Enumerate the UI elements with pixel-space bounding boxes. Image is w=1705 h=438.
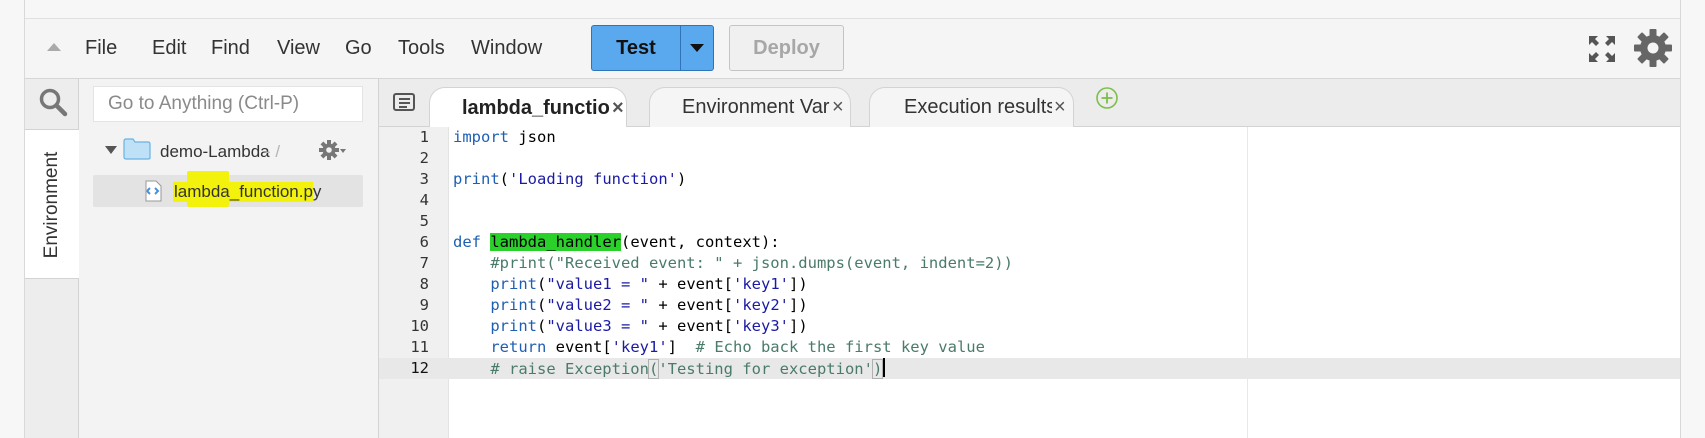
code-line[interactable]: 6 def lambda_handler(event, context): xyxy=(379,232,1680,253)
menu-view[interactable]: View xyxy=(277,37,320,60)
code-text: print('Loading function') xyxy=(453,170,687,188)
menu-window[interactable]: Window xyxy=(471,37,542,60)
test-dropdown-button[interactable] xyxy=(680,25,714,71)
code-text: return event['key1'] # Echo back the fir… xyxy=(490,338,985,356)
code-line[interactable]: 3 print('Loading function') xyxy=(379,169,1680,190)
code-line[interactable]: 8 print("value1 = " + event['key1']) xyxy=(379,274,1680,295)
menu-edit[interactable]: Edit xyxy=(152,37,186,60)
window-right-edge xyxy=(1680,0,1705,438)
code-line[interactable]: 2 xyxy=(379,148,1680,169)
file-name: lambda_function.py xyxy=(173,182,323,202)
line-number: 5 xyxy=(419,212,429,230)
code-line[interactable]: 4 xyxy=(379,190,1680,211)
code-text: print("value2 = " + event['key2']) xyxy=(490,296,808,314)
go-to-anything-input[interactable] xyxy=(93,86,363,122)
tree-folder-demo-lambda[interactable]: demo-Lambda - / xyxy=(93,136,363,166)
line-number: 11 xyxy=(410,338,429,356)
tab-label: Execution results xyxy=(904,96,1052,118)
code-text: # raise Exception('Testing for exception… xyxy=(453,358,886,380)
gear-icon[interactable] xyxy=(1633,28,1673,68)
chevron-down-icon xyxy=(690,44,704,52)
code-text: #print("Received event: " + json.dumps(e… xyxy=(490,254,1013,272)
menu-tools[interactable]: Tools xyxy=(398,37,445,60)
deploy-button[interactable]: Deploy xyxy=(729,25,844,71)
line-number: 12 xyxy=(410,359,429,377)
line-number: 1 xyxy=(419,128,429,146)
folder-path-separator: - / xyxy=(265,142,281,161)
code-line[interactable]: 10 print("value3 = " + event['key3']) xyxy=(379,316,1680,337)
tree-file-lambda-function[interactable]: lambda_function.py xyxy=(93,171,363,207)
side-rail: Environment xyxy=(25,79,79,438)
file-tree-panel: demo-Lambda - / lambda_function.py xyxy=(79,79,379,438)
close-icon[interactable]: × xyxy=(832,96,844,119)
file-code-icon xyxy=(145,180,162,202)
search-icon[interactable] xyxy=(38,87,68,117)
menu-bar: File Edit Find View Go Tools Window Test… xyxy=(25,19,1680,79)
window-left-edge xyxy=(0,0,25,438)
code-editor[interactable]: 1 import json 2 3 print('Loading functio… xyxy=(379,127,1680,438)
tab-lambda-function[interactable]: lambda_function × xyxy=(429,87,627,128)
code-text: import json xyxy=(453,128,556,146)
text-cursor xyxy=(883,358,886,377)
code-line[interactable]: 7 #print("Received event: " + json.dumps… xyxy=(379,253,1680,274)
code-line-current[interactable]: 12 # raise Exception('Testing for except… xyxy=(379,358,1680,379)
editor-tabs-bar: lambda_function × Environment Vari × Exe… xyxy=(379,79,1680,128)
environment-tab-label: Environment xyxy=(41,151,62,259)
tab-label: Environment Vari xyxy=(682,96,830,118)
code-line[interactable]: 5 xyxy=(379,211,1680,232)
line-number: 6 xyxy=(419,233,429,251)
code-line[interactable]: 9 print("value2 = " + event['key2']) xyxy=(379,295,1680,316)
line-number: 10 xyxy=(410,317,429,335)
gear-icon[interactable] xyxy=(318,138,346,162)
fullscreen-icon[interactable] xyxy=(1587,34,1617,64)
folder-icon xyxy=(123,138,151,160)
code-text: def lambda_handler(event, context): xyxy=(453,233,780,251)
tabs-menu-icon[interactable] xyxy=(393,93,415,111)
folder-name: demo-Lambda xyxy=(160,142,270,161)
tab-execution-results[interactable]: Execution results × xyxy=(869,87,1074,127)
menu-file[interactable]: File xyxy=(85,37,117,60)
tab-label: lambda_function xyxy=(462,96,610,119)
close-icon[interactable]: × xyxy=(1054,96,1066,119)
environment-tab[interactable]: Environment xyxy=(25,129,79,279)
line-number: 8 xyxy=(419,275,429,293)
menu-find[interactable]: Find xyxy=(211,37,250,60)
window-top-strip xyxy=(0,0,1705,19)
chevron-down-icon[interactable] xyxy=(105,146,117,154)
code-text: print("value3 = " + event['key3']) xyxy=(490,317,808,335)
line-number: 3 xyxy=(419,170,429,188)
close-icon[interactable]: × xyxy=(612,97,624,120)
line-number: 9 xyxy=(419,296,429,314)
line-number: 4 xyxy=(419,191,429,209)
line-number: 2 xyxy=(419,149,429,167)
collapse-icon[interactable] xyxy=(47,43,61,51)
code-line[interactable]: 1 import json xyxy=(379,127,1680,148)
code-text: print("value1 = " + event['key1']) xyxy=(490,275,808,293)
code-line[interactable]: 11 return event['key1'] # Echo back the … xyxy=(379,337,1680,358)
add-tab-icon[interactable] xyxy=(1095,86,1119,110)
tab-environment-variables[interactable]: Environment Vari × xyxy=(649,87,851,127)
menu-go[interactable]: Go xyxy=(345,37,372,60)
line-number: 7 xyxy=(419,254,429,272)
test-button[interactable]: Test xyxy=(591,25,680,71)
